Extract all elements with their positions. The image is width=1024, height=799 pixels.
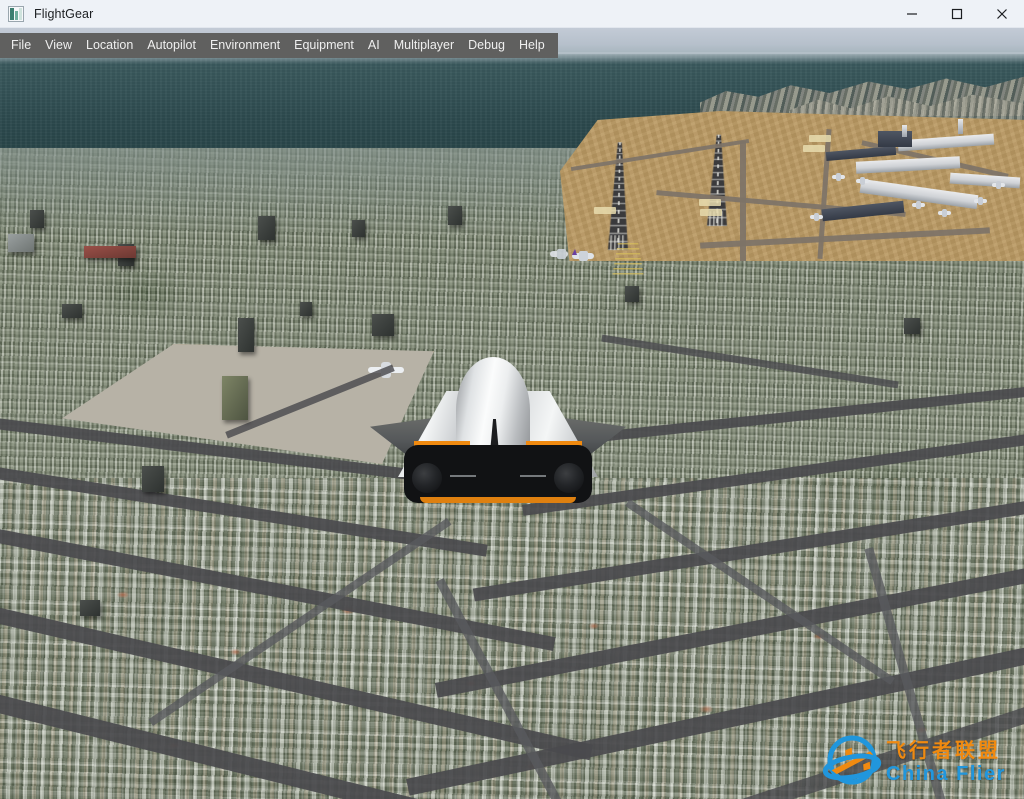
menu-bar: File View Location Autopilot Environment… <box>0 33 558 58</box>
menu-item-multiplayer[interactable]: Multiplayer <box>387 33 461 58</box>
window-title: FlightGear <box>34 6 94 21</box>
building <box>625 286 639 302</box>
flightgear-window: FlightGear File View Location Autopilot … <box>0 0 1024 799</box>
parked-aircraft <box>856 177 869 185</box>
menu-item-debug[interactable]: Debug <box>461 33 512 58</box>
menu-item-autopilot[interactable]: Autopilot <box>140 33 203 58</box>
window-controls <box>889 0 1024 28</box>
approach-light-pad <box>809 135 831 142</box>
menu-item-location[interactable]: Location <box>79 33 140 58</box>
maximize-icon <box>951 8 963 20</box>
flightgear-app-icon <box>8 5 24 22</box>
building <box>258 216 275 240</box>
menu-item-file[interactable]: File <box>4 33 38 58</box>
parked-aircraft <box>974 197 987 205</box>
title-bar: FlightGear <box>0 0 1024 28</box>
building <box>84 246 136 258</box>
parked-aircraft <box>938 209 951 217</box>
parked-aircraft <box>992 181 1005 189</box>
control-tower <box>958 119 963 134</box>
building <box>448 206 462 225</box>
minimize-button[interactable] <box>889 0 934 28</box>
building <box>352 220 365 237</box>
parked-aircraft <box>912 201 925 209</box>
control-tower <box>902 125 907 137</box>
maximize-button[interactable] <box>934 0 979 28</box>
building <box>222 376 248 420</box>
aircraft-accent-stripe-bottom <box>420 497 576 503</box>
parked-aircraft <box>810 213 823 221</box>
menu-item-ai[interactable]: AI <box>361 33 387 58</box>
aircraft-wing <box>557 249 566 259</box>
menu-item-view[interactable]: View <box>38 33 79 58</box>
building <box>372 314 394 336</box>
approach-light-pad <box>594 207 616 214</box>
aircraft-wing <box>579 251 588 261</box>
building <box>300 302 312 316</box>
parked-aircraft <box>832 173 845 181</box>
menu-item-equipment[interactable]: Equipment <box>287 33 361 58</box>
approach-light-pad <box>803 145 825 152</box>
aircraft-engine-nacelle-left <box>412 463 442 493</box>
building <box>238 318 254 352</box>
taxiing-aircraft <box>572 249 594 261</box>
menu-item-environment[interactable]: Environment <box>203 33 287 58</box>
airport-complex <box>550 83 1024 277</box>
aircraft-engine-nacelle-right <box>554 463 584 493</box>
minimize-icon <box>906 8 918 20</box>
aircraft-engine-detail-right <box>520 475 546 477</box>
player-aircraft <box>370 353 626 513</box>
building <box>142 466 164 492</box>
close-button[interactable] <box>979 0 1024 28</box>
taxiing-aircraft <box>550 249 568 259</box>
close-icon <box>996 8 1008 20</box>
approach-light-pad <box>700 209 722 216</box>
building <box>62 304 82 318</box>
building <box>30 210 44 228</box>
aircraft-engine-detail-left <box>450 475 476 477</box>
building <box>8 234 34 252</box>
building <box>904 318 920 334</box>
building <box>80 600 100 616</box>
approach-light-pad <box>699 199 721 206</box>
flight-simulator-viewport[interactable]: 飞行者联盟 China Flier <box>0 28 1024 799</box>
menu-item-help[interactable]: Help <box>512 33 552 58</box>
